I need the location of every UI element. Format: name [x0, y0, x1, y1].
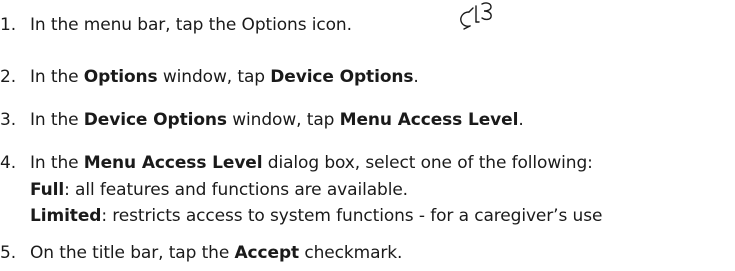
step-2: 2. In the Options window, tap Device Opti… — [0, 64, 419, 90]
ui-term: Options — [83, 67, 158, 87]
step-text: In the — [30, 153, 84, 173]
ui-term: Menu Access Level — [339, 110, 519, 130]
step-text: window, tap — [157, 67, 271, 87]
options-wrench-icon — [460, 2, 492, 30]
step-text: checkmark. — [299, 243, 403, 263]
step-text: . — [518, 110, 524, 130]
step-text: dialog box, select one of the following: — [262, 153, 593, 173]
step-3: 3. In the Device Options window, tap Menu… — [0, 107, 524, 133]
ui-term: Device Options — [270, 67, 414, 87]
step-1: 1. In the menu bar, tap the Options icon. — [0, 12, 352, 38]
step-4: 4. In the Menu Access Level dialog box, s… — [0, 150, 593, 176]
ui-term: Menu Access Level — [83, 153, 263, 173]
option-description: : restricts access to system functions -… — [101, 206, 603, 226]
ui-term: Device Options — [83, 110, 227, 130]
step-4-option-limited: Limited: restricts access to system func… — [30, 203, 602, 229]
ui-term: Accept — [234, 243, 300, 263]
step-4-option-full: Full: all features and functions are ava… — [30, 177, 408, 203]
step-number: 1. — [0, 15, 17, 35]
step-number: 4. — [0, 153, 17, 173]
step-number: 3. — [0, 110, 17, 130]
option-description: : all features and functions are availab… — [64, 180, 408, 200]
step-text: window, tap — [226, 110, 340, 130]
step-text: In the menu bar, tap the Options icon. — [30, 15, 352, 35]
step-text: . — [413, 67, 419, 87]
step-text: In the — [30, 110, 84, 130]
option-name: Full — [30, 180, 65, 200]
step-number: 2. — [0, 67, 17, 87]
step-number: 5. — [0, 243, 17, 263]
option-name: Limited — [30, 206, 102, 226]
step-text: In the — [30, 67, 84, 87]
step-5: 5. On the title bar, tap the Accept check… — [0, 240, 402, 266]
step-text: On the title bar, tap the — [30, 243, 235, 263]
